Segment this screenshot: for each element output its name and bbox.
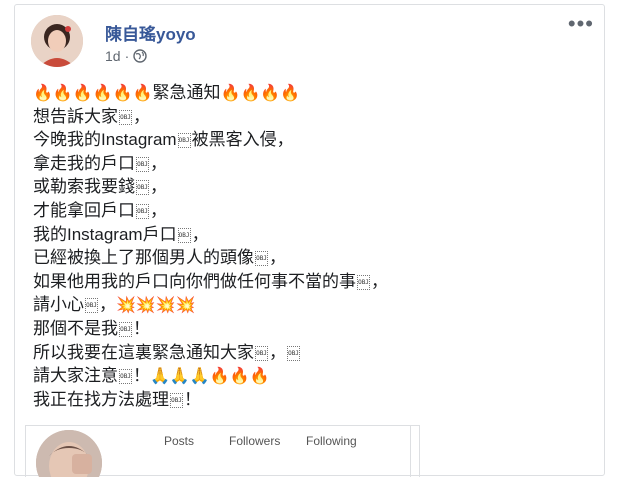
line-text: 我的Instagram戶口 (33, 224, 177, 244)
object-replacement-glyph: OBJ (136, 180, 149, 196)
post-line: 🔥🔥🔥🔥🔥🔥緊急通知🔥🔥🔥🔥 (33, 81, 594, 105)
author-avatar[interactable] (31, 15, 83, 67)
author-name[interactable]: 陳自瑤yoyo (105, 20, 196, 45)
line-text: 或勒索我要錢 (33, 177, 135, 197)
line-punct: ， (99, 295, 116, 315)
object-replacement-glyph: OBJ (119, 321, 132, 337)
object-replacement-glyph: OBJ (119, 109, 132, 125)
object-replacement-glyph: OBJ (119, 369, 132, 385)
line-text: 我正在找方法處理 (33, 389, 169, 409)
post-line: 已經被換上了那個男人的頭像 OBJ， (33, 246, 594, 270)
line-punct: 被黑客入侵， (191, 130, 294, 150)
avatar-image (31, 15, 83, 67)
post-line: 所以我要在這裏緊急通知大家 OBJ， OBJ (33, 341, 594, 365)
post-meta: 1d · (105, 48, 147, 64)
line-punct: ， (269, 342, 286, 362)
line-text: 請小心 (33, 295, 84, 315)
line-text: 想告訴大家 (33, 106, 118, 126)
line-text: 那個不是我 (33, 318, 118, 338)
object-replacement-glyph: OBJ (255, 251, 268, 267)
post-line: 請小心 OBJ ，💥💥💥💥 (33, 293, 594, 317)
post-line: 如果他用我的戶口向你們做任何事不當的事 OBJ， (33, 270, 594, 294)
line-text: 已經被換上了那個男人的頭像 (33, 248, 254, 268)
line-punct: ， (150, 153, 167, 173)
post-line: 請大家注意 OBJ ！🙏🙏🙏🔥🔥🔥 (33, 364, 594, 388)
line-text: 如果他用我的戶口向你們做任何事不當的事 (33, 271, 356, 291)
more-options-icon[interactable]: ••• (568, 13, 594, 35)
object-replacement-glyph: OBJ (170, 392, 183, 408)
posts-label: Posts (164, 434, 195, 448)
line-text: 今晚我的Instagram (33, 130, 177, 150)
line-text: 才能拿回戶口 (33, 200, 135, 220)
post-line: 那個不是我 OBJ！ (33, 317, 594, 341)
object-replacement-glyph: OBJ (85, 298, 98, 314)
line-punct: ， (133, 106, 150, 126)
line-punct: ！ (133, 318, 150, 338)
embed-side-panel (410, 425, 600, 477)
object-replacement-glyph: OBJ (136, 203, 149, 219)
post-card: 陳自瑤yoyo 1d · ••• 🔥🔥🔥🔥🔥🔥緊急通知🔥🔥🔥🔥 想告訴大家 OBJ，… (14, 4, 605, 477)
emoji-run: 💥💥💥💥 (116, 297, 196, 315)
post-line: 拿走我的戶口 OBJ， (33, 152, 594, 176)
embed-avatar (36, 430, 102, 477)
line-punct: ， (150, 200, 167, 220)
post-line: 我正在找方法處理 OBJ！ (33, 388, 594, 412)
object-replacement-glyph: OBJ (357, 274, 370, 290)
line-text: 緊急通知 (152, 83, 221, 102)
object-replacement-glyph: OBJ (136, 156, 149, 172)
emoji-run: 🙏🙏🙏🔥🔥🔥 (150, 368, 270, 386)
post-line: 今晚我的Instagram OBJ 被黑客入侵， (33, 128, 594, 152)
object-replacement-glyph: OBJ (255, 345, 268, 361)
emoji-run: 🔥🔥🔥🔥 (220, 85, 301, 102)
object-replacement-glyph: OBJ (287, 345, 300, 361)
globe-icon[interactable] (133, 49, 147, 63)
emoji-run: 🔥🔥🔥🔥🔥🔥 (33, 85, 153, 102)
followers-label: Followers (229, 434, 281, 448)
line-text: 拿走我的戶口 (33, 153, 135, 173)
line-text: 請大家注意 (33, 366, 118, 386)
line-punct: ， (150, 177, 167, 197)
post-line: 或勒索我要錢 OBJ， (33, 175, 594, 199)
line-punct: ！ (133, 366, 150, 386)
post-line: 想告訴大家 OBJ， (33, 105, 594, 129)
line-text: 所以我要在這裏緊急通知大家 (33, 342, 254, 362)
post-line: 才能拿回戶口 OBJ， (33, 199, 594, 223)
following-label: Following (306, 434, 357, 448)
object-replacement-glyph: OBJ (177, 227, 191, 243)
line-punct: ， (371, 271, 388, 291)
line-punct: ， (191, 224, 209, 244)
post-line: 我的Instagram戶口 OBJ， (33, 223, 594, 247)
line-punct: ！ (184, 389, 201, 409)
post-body: 🔥🔥🔥🔥🔥🔥緊急通知🔥🔥🔥🔥 想告訴大家 OBJ，今晚我的Instagram OBJ 被… (33, 81, 594, 411)
post-timestamp[interactable]: 1d (105, 48, 121, 64)
line-punct: ， (269, 248, 286, 268)
profile-embed[interactable]: Posts Followers Following (25, 425, 420, 477)
object-replacement-glyph: OBJ (177, 133, 191, 149)
